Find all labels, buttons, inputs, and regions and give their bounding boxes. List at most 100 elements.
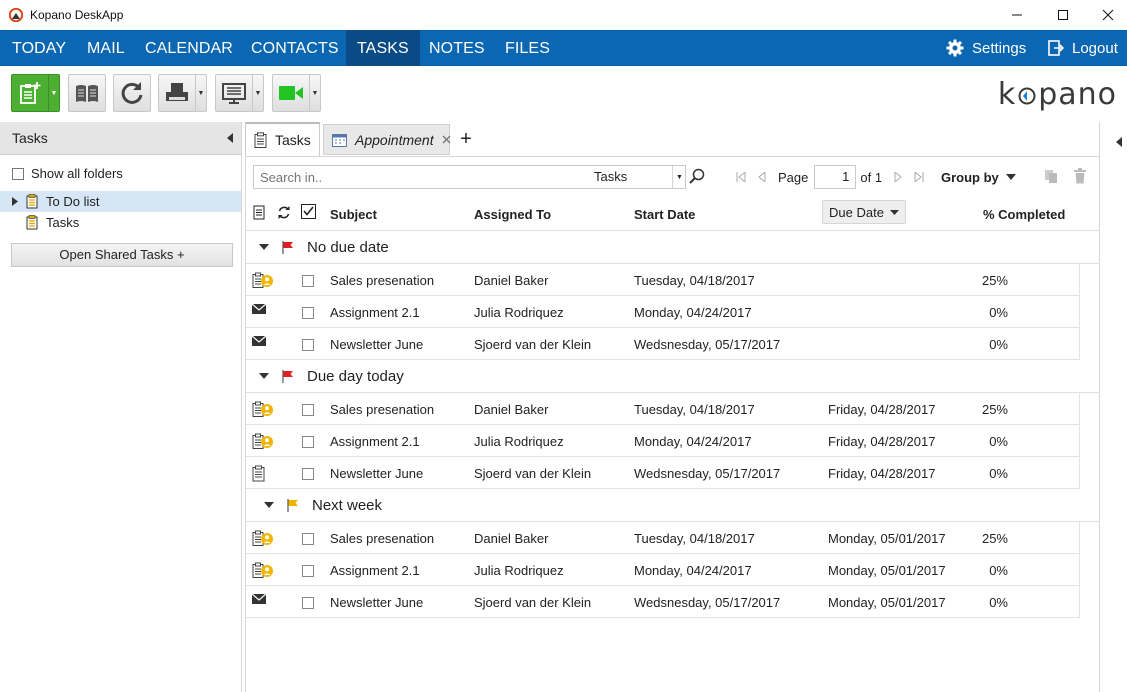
- settings-link[interactable]: Settings: [946, 30, 1026, 66]
- mail-icon: [252, 304, 266, 314]
- view-mode-dropdown[interactable]: ▼: [252, 75, 263, 111]
- page-number-input[interactable]: 1: [814, 165, 857, 189]
- group-header[interactable]: Next week: [246, 489, 1100, 522]
- task-type-column-icon[interactable]: [253, 205, 265, 220]
- group-by-dropdown[interactable]: Group by: [941, 165, 1016, 189]
- delete-icon[interactable]: [1073, 168, 1087, 184]
- collapse-group-icon[interactable]: [259, 244, 269, 250]
- add-tab-button[interactable]: +: [455, 122, 477, 156]
- task-request-icon: [252, 562, 274, 579]
- complete-checkbox[interactable]: [302, 468, 314, 480]
- search-input[interactable]: [254, 166, 584, 188]
- nav-mail[interactable]: MAIL: [87, 30, 125, 66]
- column-header-subject[interactable]: Subject: [330, 207, 377, 222]
- close-window-button[interactable]: [1085, 0, 1127, 30]
- tree-item-tasks[interactable]: Tasks: [0, 212, 241, 233]
- complete-checkbox[interactable]: [302, 404, 314, 416]
- show-all-folders-checkbox[interactable]: Show all folders: [12, 166, 123, 181]
- complete-checkbox[interactable]: [302, 565, 314, 577]
- complete-column-checkbox-icon[interactable]: [301, 204, 316, 219]
- recurrence-column-icon[interactable]: [277, 205, 291, 220]
- task-row[interactable]: Newsletter June Sjoerd van der Klein Wedsn…: [246, 457, 1080, 489]
- column-header-assigned-to[interactable]: Assigned To: [474, 207, 551, 222]
- task-request-icon: [252, 530, 274, 547]
- group-header[interactable]: No due date: [246, 231, 1100, 264]
- nav-calendar[interactable]: CALENDAR: [145, 30, 233, 66]
- tab-tasks[interactable]: Tasks: [245, 122, 320, 156]
- first-page-icon[interactable]: [736, 172, 746, 182]
- close-tab-icon[interactable]: [442, 135, 451, 144]
- open-shared-tasks-button[interactable]: Open Shared Tasks +: [11, 243, 233, 267]
- task-row[interactable]: Sales presenation Daniel Baker Tuesday, 04…: [246, 522, 1080, 554]
- task-row[interactable]: Assignment 2.1 Julia Rodriquez Monday, 04/…: [246, 296, 1080, 328]
- window-title: Kopano DeskApp: [30, 8, 124, 22]
- task-percent-completed: 0%: [989, 595, 1008, 610]
- tree-item-to-do-list[interactable]: To Do list: [0, 191, 241, 212]
- tab-appointment[interactable]: Appointment: [323, 124, 451, 155]
- task-percent-completed: 0%: [989, 563, 1008, 578]
- maximize-button[interactable]: [1040, 0, 1086, 30]
- complete-checkbox[interactable]: [302, 307, 314, 319]
- task-percent-completed: 25%: [981, 273, 1008, 288]
- page-count-label: of 1: [860, 169, 883, 185]
- group-header[interactable]: Due day today: [246, 360, 1100, 393]
- nav-today[interactable]: TODAY: [12, 30, 66, 66]
- complete-checkbox[interactable]: [302, 533, 314, 545]
- view-mode-button[interactable]: ▼: [215, 74, 264, 112]
- collapse-group-icon[interactable]: [264, 502, 274, 508]
- collapse-group-icon[interactable]: [259, 373, 269, 379]
- search-scope-dropdown[interactable]: ▼: [672, 166, 686, 188]
- task-subject: Assignment 2.1: [330, 563, 420, 578]
- task-due-date: Monday, 05/01/2017: [828, 595, 946, 610]
- logout-link[interactable]: Logout: [1048, 30, 1118, 66]
- nav-contacts[interactable]: CONTACTS: [251, 30, 339, 66]
- expand-arrow-icon[interactable]: [12, 197, 26, 206]
- nav-tasks[interactable]: TASKS: [346, 30, 420, 66]
- task-row[interactable]: Newsletter June Sjoerd van der Klein Wedsn…: [246, 586, 1080, 618]
- previous-page-icon[interactable]: [758, 172, 766, 182]
- video-call-button[interactable]: ▼: [272, 74, 321, 112]
- task-subject: Sales presenation: [330, 402, 435, 417]
- task-row[interactable]: Sales presenation Daniel Baker Tuesday, 04…: [246, 264, 1080, 296]
- print-dropdown[interactable]: ▼: [195, 75, 206, 111]
- nav-notes[interactable]: NOTES: [429, 30, 485, 66]
- tab-label: Appointment: [355, 131, 434, 148]
- video-call-dropdown[interactable]: ▼: [309, 75, 320, 111]
- task-icon: [252, 465, 266, 482]
- complete-checkbox[interactable]: [302, 436, 314, 448]
- search-icon[interactable]: [689, 168, 705, 184]
- folder-panel-header: Tasks: [0, 122, 241, 155]
- task-row[interactable]: Assignment 2.1 Julia Rodriquez Monday, 04/…: [246, 425, 1080, 457]
- folder-panel: Tasks Show all folders To Do list Tasks …: [0, 122, 242, 692]
- task-row[interactable]: Sales presenation Daniel Baker Tuesday, 04…: [246, 393, 1080, 425]
- task-due-date: Friday, 04/28/2017: [828, 402, 936, 417]
- refresh-button[interactable]: [113, 74, 151, 112]
- column-header-start-date[interactable]: Start Date: [634, 207, 695, 222]
- copy-icon[interactable]: [1044, 169, 1058, 184]
- task-percent-completed: 0%: [989, 337, 1008, 352]
- complete-checkbox[interactable]: [302, 597, 314, 609]
- new-task-dropdown[interactable]: ▼: [48, 75, 59, 111]
- folder-panel-title: Tasks: [12, 130, 48, 146]
- complete-checkbox[interactable]: [302, 275, 314, 287]
- task-start-date: Monday, 04/24/2017: [634, 434, 752, 449]
- address-book-button[interactable]: [68, 74, 106, 112]
- kopano-logo-mark-icon: [1018, 87, 1036, 105]
- toolbar: ▼ ▼ ▼ ▼ k pano: [0, 66, 1127, 122]
- task-row[interactable]: Newsletter June Sjoerd van der Klein Wedsn…: [246, 328, 1080, 360]
- column-header-due-date[interactable]: Due Date: [822, 200, 906, 224]
- print-button[interactable]: ▼: [158, 74, 207, 112]
- next-page-icon[interactable]: [894, 172, 902, 182]
- task-assigned-to: Julia Rodriquez: [474, 305, 564, 320]
- nav-files[interactable]: FILES: [505, 30, 550, 66]
- column-header-percent-completed[interactable]: % Completed: [983, 207, 1065, 222]
- task-row[interactable]: Assignment 2.1 Julia Rodriquez Monday, 04/…: [246, 554, 1080, 586]
- expand-panel-icon[interactable]: [1116, 137, 1122, 147]
- new-task-button[interactable]: ▼: [11, 74, 60, 112]
- minimize-button[interactable]: [994, 0, 1040, 30]
- logout-label: Logout: [1072, 39, 1118, 57]
- task-start-date: Wedsnesday, 05/17/2017: [634, 595, 781, 610]
- collapse-panel-icon[interactable]: [227, 133, 233, 143]
- complete-checkbox[interactable]: [302, 339, 314, 351]
- last-page-icon[interactable]: [914, 172, 924, 182]
